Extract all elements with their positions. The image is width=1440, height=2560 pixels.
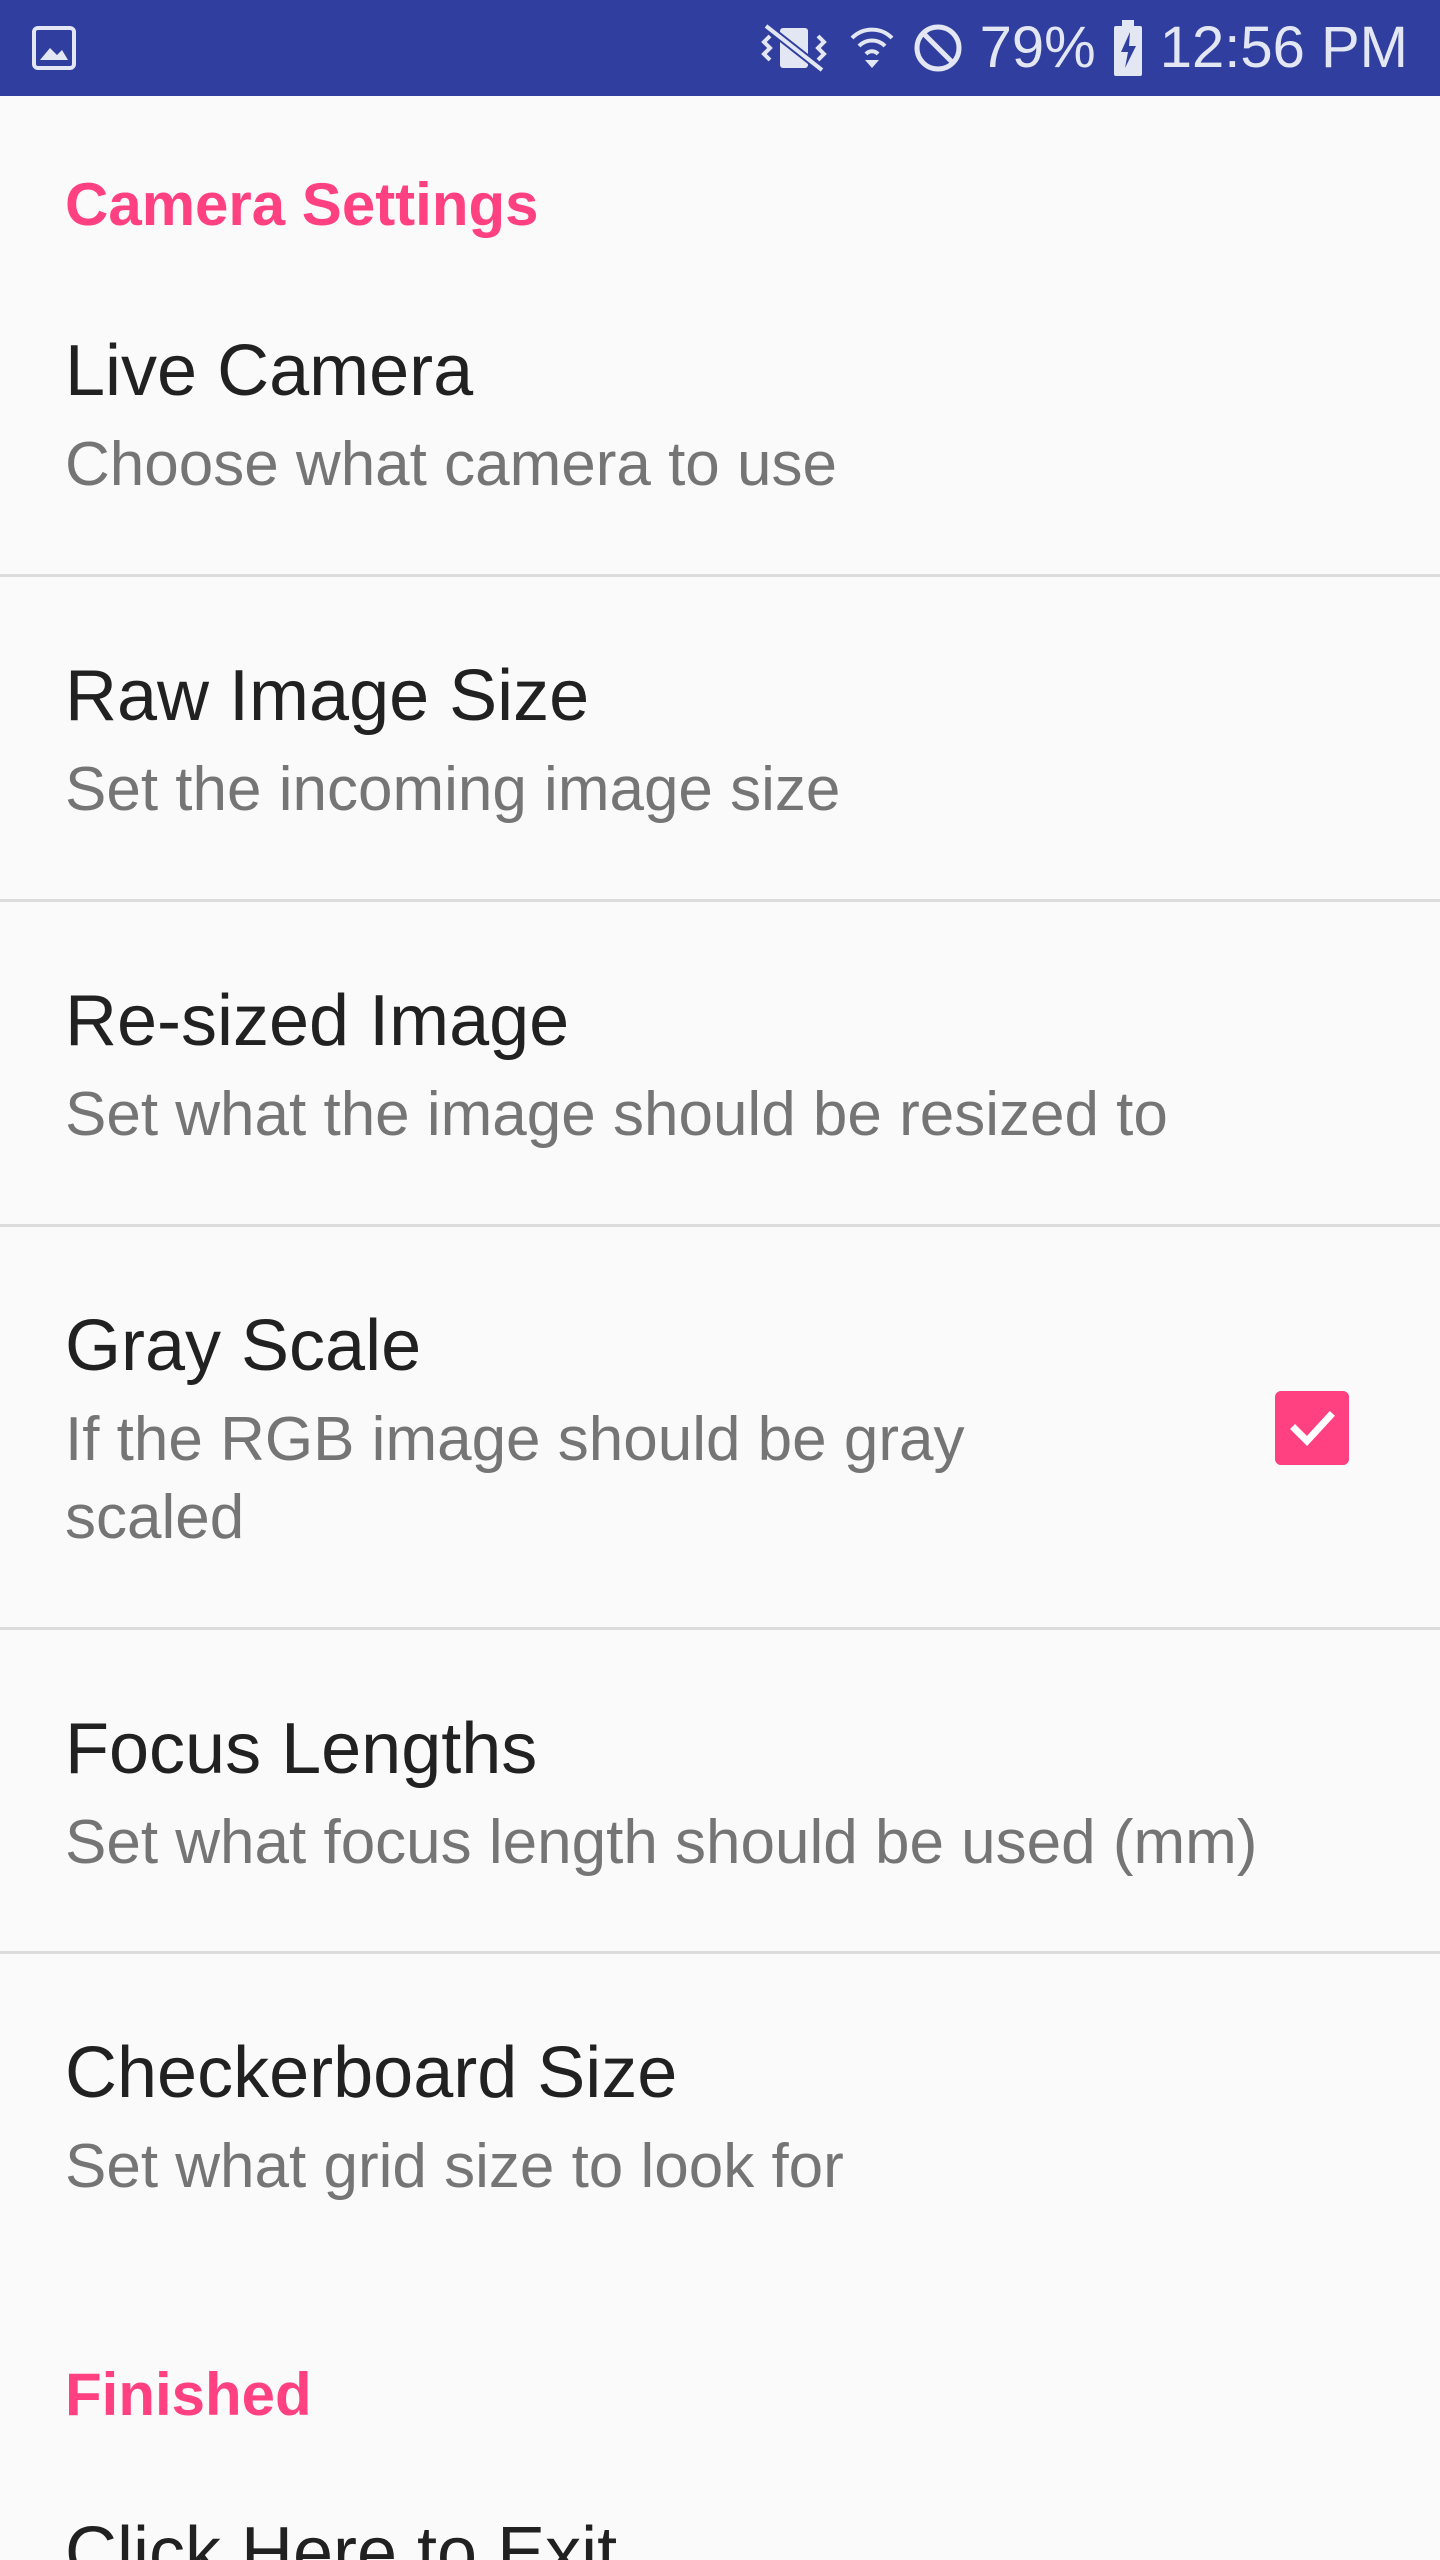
checkmark-icon [1290,1411,1335,1447]
pref-summary: Set what grid size to look for [65,2132,844,2201]
pref-title: Live Camera [65,331,474,411]
status-bar: 79% 12:56 PM [0,0,1440,96]
pref-title: Raw Image Size [65,656,590,736]
pref-gray-scale[interactable]: Gray Scale If the RGB image should be gr… [0,1227,1440,1627]
pref-summary: Choose what camera to use [65,430,837,499]
pref-click-here-to-exit[interactable]: Click Here to Exit [0,2480,1440,2560]
status-right-group: 79% 12:56 PM [756,0,1408,96]
gray-scale-checkbox[interactable] [1275,1391,1349,1465]
pref-summary: Set the incoming image size [65,755,841,824]
pref-summary: Set what the image should be resized to [65,1080,1168,1149]
pref-raw-image-size[interactable]: Raw Image Size Set the incoming image si… [0,577,1440,900]
pref-checkerboard-size[interactable]: Checkerboard Size Set what grid size to … [0,1954,1440,2254]
pref-title: Re-sized Image [65,981,570,1061]
pref-summary: Set what focus length should be used (mm… [65,1808,1258,1877]
clock: 12:56 PM [1159,15,1408,80]
battery-charging-icon [1112,0,1144,96]
battery-percentage: 79% [979,15,1096,80]
vibrate-mute-icon [756,0,832,96]
pref-focus-lengths[interactable]: Focus Lengths Set what focus length shou… [0,1630,1440,1953]
pref-title: Click Here to Exit [65,2513,618,2560]
gallery-notification-icon [30,24,78,72]
pref-live-camera[interactable]: Live Camera Choose what camera to use [0,300,1440,578]
category-finished: Finished [65,2361,312,2428]
pref-title: Focus Lengths [65,1709,538,1789]
pref-title: Gray Scale [65,1306,422,1386]
wifi-icon [848,0,896,96]
pref-title: Checkerboard Size [65,2033,678,2113]
pref-resized-image[interactable]: Re-sized Image Set what the image should… [0,902,1440,1225]
do-not-disturb-icon [912,0,964,96]
category-camera-settings: Camera Settings [65,171,539,238]
pref-summary: If the RGB image should be gray scaled [65,1405,965,1552]
